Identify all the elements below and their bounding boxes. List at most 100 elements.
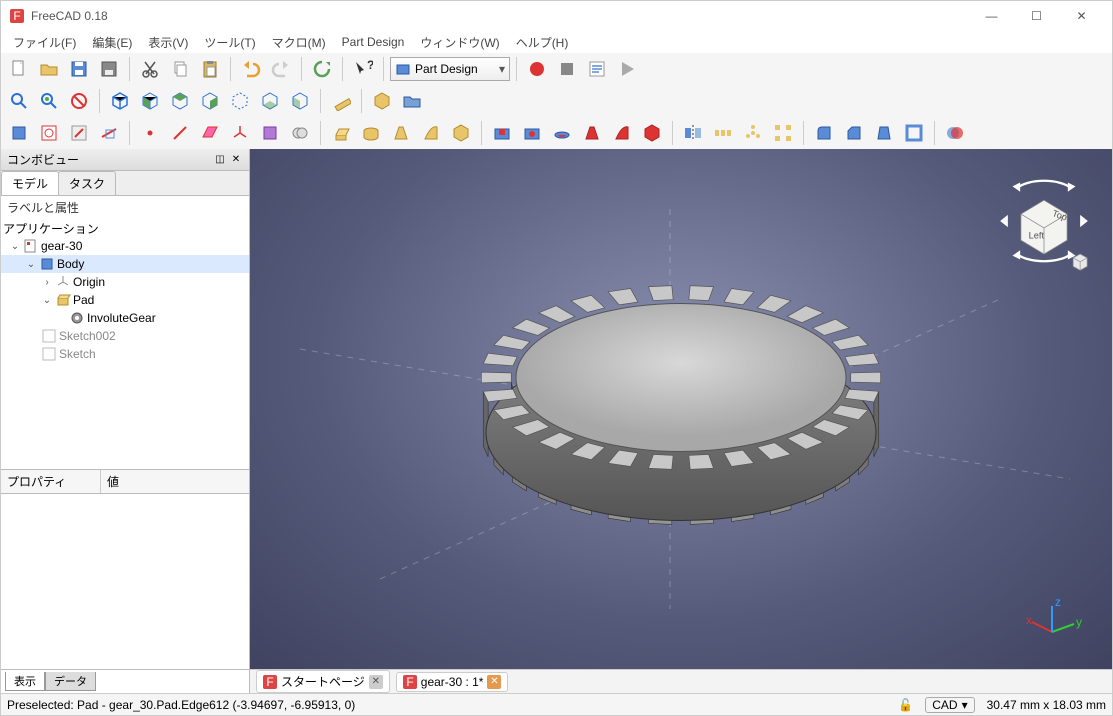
menu-macro[interactable]: マクロ(M) [264, 32, 334, 53]
thickness-icon[interactable] [900, 119, 928, 147]
measure-icon[interactable] [327, 87, 355, 115]
menu-window[interactable]: ウィンドウ(W) [412, 32, 507, 53]
caret-icon[interactable]: ⌄ [9, 241, 21, 252]
pad-icon[interactable] [327, 119, 355, 147]
caret-icon[interactable]: ⌄ [25, 259, 37, 270]
save-icon[interactable] [65, 55, 93, 83]
saveas-icon[interactable] [95, 55, 123, 83]
multitransform-icon[interactable] [769, 119, 797, 147]
tree-document[interactable]: ⌄ gear-30 [1, 237, 249, 255]
additive-prim-icon[interactable] [447, 119, 475, 147]
tab-task[interactable]: タスク [58, 171, 116, 195]
sketch-edit-icon[interactable] [65, 119, 93, 147]
menu-tools[interactable]: ツール(T) [196, 32, 263, 53]
sketch-new-icon[interactable] [35, 119, 63, 147]
hole-icon[interactable] [518, 119, 546, 147]
boolean-icon[interactable] [941, 119, 969, 147]
paste-icon[interactable] [196, 55, 224, 83]
macro-list-icon[interactable] [583, 55, 611, 83]
macro-run-icon[interactable] [613, 55, 641, 83]
loft-sub-icon[interactable] [578, 119, 606, 147]
tree-sketch002[interactable]: Sketch002 [1, 327, 249, 345]
property-body[interactable] [1, 494, 249, 669]
maximize-button[interactable]: ☐ [1014, 1, 1059, 31]
close-panel-icon[interactable]: ✕ [229, 153, 243, 167]
menu-help[interactable]: ヘルプ(H) [508, 32, 577, 53]
macro-record-icon[interactable] [523, 55, 551, 83]
datum-plane-icon[interactable] [196, 119, 224, 147]
undo-icon[interactable] [237, 55, 265, 83]
caret-icon[interactable]: › [41, 277, 53, 288]
group-icon[interactable] [398, 87, 426, 115]
body-new-icon[interactable] [5, 119, 33, 147]
clone-icon[interactable] [286, 119, 314, 147]
view-top-icon[interactable] [166, 87, 194, 115]
caret-icon[interactable]: ⌄ [41, 295, 53, 306]
datum-line-icon[interactable] [166, 119, 194, 147]
subtractive-prim-icon[interactable] [638, 119, 666, 147]
draft-icon[interactable] [870, 119, 898, 147]
tab-document[interactable]: F gear-30 : 1* ✕ [396, 672, 509, 692]
macro-stop-icon[interactable] [553, 55, 581, 83]
view-front-icon[interactable] [136, 87, 164, 115]
shapebinder-icon[interactable] [256, 119, 284, 147]
close-button[interactable]: ✕ [1059, 1, 1104, 31]
drawstyle-icon[interactable] [65, 87, 93, 115]
sweep-sub-icon[interactable] [608, 119, 636, 147]
copy-icon[interactable] [166, 55, 194, 83]
menu-view[interactable]: 表示(V) [140, 32, 196, 53]
close-tab-icon[interactable]: ✕ [369, 675, 383, 689]
datum-point-icon[interactable] [136, 119, 164, 147]
tree-view[interactable]: アプリケーション ⌄ gear-30 ⌄ Body › Origin ⌄ Pad [1, 219, 249, 469]
tree-body[interactable]: ⌄ Body [1, 255, 249, 273]
lock-icon[interactable]: 🔓 [898, 698, 913, 712]
tree-origin[interactable]: › Origin [1, 273, 249, 291]
tree-involute[interactable]: InvoluteGear [1, 309, 249, 327]
zoom-fit-icon[interactable] [5, 87, 33, 115]
workbench-selector[interactable]: Part Design [390, 57, 510, 81]
navigation-cube[interactable]: Top Left [994, 161, 1094, 281]
gear-model[interactable] [451, 207, 911, 590]
tab-model[interactable]: モデル [1, 171, 59, 195]
view-bottom-icon[interactable] [256, 87, 284, 115]
mirror-icon[interactable] [679, 119, 707, 147]
refresh-icon[interactable] [308, 55, 336, 83]
groove-icon[interactable] [548, 119, 576, 147]
menu-edit[interactable]: 編集(E) [84, 32, 140, 53]
polar-pattern-icon[interactable] [739, 119, 767, 147]
pocket-icon[interactable] [488, 119, 516, 147]
tree-sketch[interactable]: Sketch [1, 345, 249, 363]
chamfer-icon[interactable] [840, 119, 868, 147]
close-tab-icon[interactable]: ✕ [487, 675, 501, 689]
sweep-add-icon[interactable] [417, 119, 445, 147]
fillet-icon[interactable] [810, 119, 838, 147]
revolution-icon[interactable] [357, 119, 385, 147]
whatsthis-icon[interactable]: ? [349, 55, 377, 83]
sketch-map-icon[interactable] [95, 119, 123, 147]
view-right-icon[interactable] [196, 87, 224, 115]
zoom-sel-icon[interactable] [35, 87, 63, 115]
tab-view[interactable]: 表示 [5, 672, 45, 691]
linear-pattern-icon[interactable] [709, 119, 737, 147]
tab-data[interactable]: データ [45, 672, 96, 691]
property-col: プロパティ [1, 470, 101, 493]
value-col: 値 [101, 470, 125, 493]
cut-icon[interactable] [136, 55, 164, 83]
open-file-icon[interactable] [35, 55, 63, 83]
view-iso-icon[interactable] [106, 87, 134, 115]
new-file-icon[interactable] [5, 55, 33, 83]
part-icon[interactable] [368, 87, 396, 115]
tree-pad[interactable]: ⌄ Pad [1, 291, 249, 309]
view-left-icon[interactable] [286, 87, 314, 115]
minimize-button[interactable]: — [969, 1, 1014, 31]
menu-partdesign[interactable]: Part Design [334, 33, 413, 51]
loft-add-icon[interactable] [387, 119, 415, 147]
menu-file[interactable]: ファイル(F) [5, 32, 84, 53]
undock-icon[interactable]: ◫ [213, 153, 227, 167]
tab-startpage[interactable]: F スタートページ ✕ [256, 670, 390, 693]
nav-style-selector[interactable]: CAD▾ [925, 697, 974, 713]
viewport-3d[interactable]: Top Left y x z [250, 149, 1112, 669]
view-rear-icon[interactable] [226, 87, 254, 115]
datum-cs-icon[interactable] [226, 119, 254, 147]
redo-icon[interactable] [267, 55, 295, 83]
